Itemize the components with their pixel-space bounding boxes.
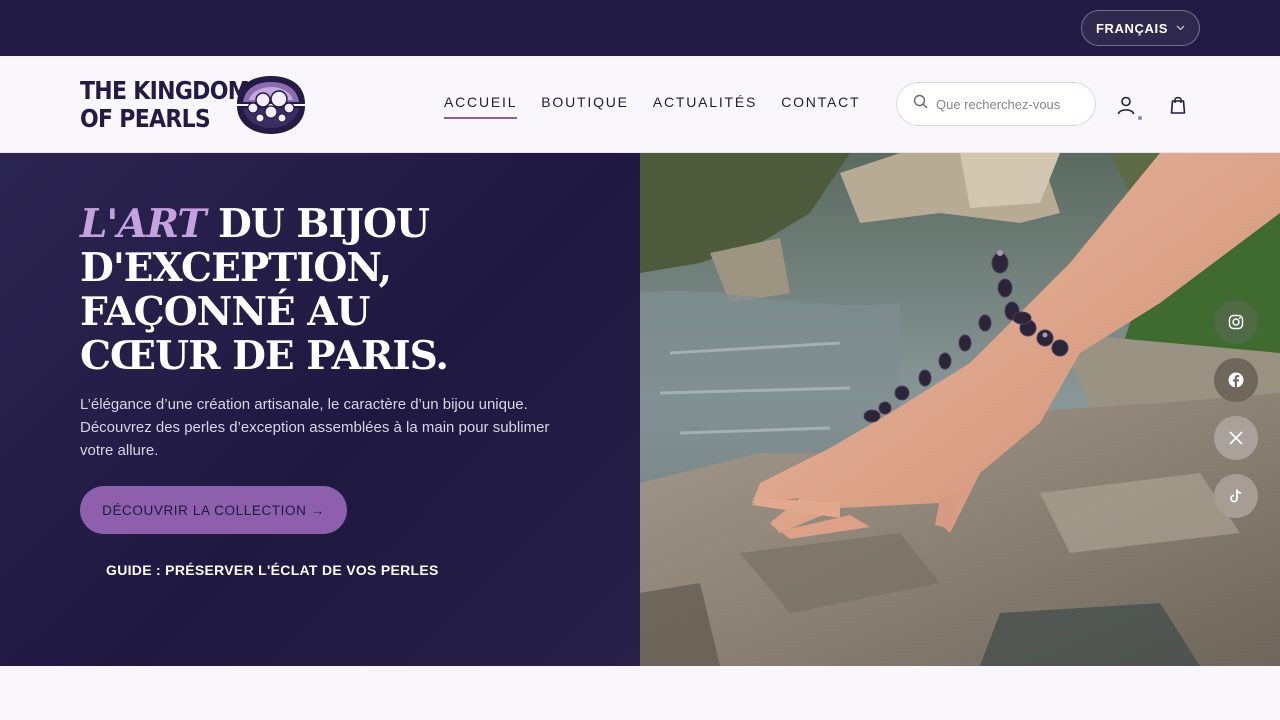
cart-button[interactable] (1165, 92, 1191, 118)
instagram-button[interactable] (1214, 300, 1258, 344)
hero-image (640, 153, 1280, 666)
main-nav: ACCUEIL BOUTIQUE ACTUALITÉS CONTACT (444, 94, 860, 119)
logo-line-2: OF PEARLS (80, 104, 211, 133)
x-icon (1229, 431, 1243, 445)
hero-title-accent: L'ART (80, 201, 206, 247)
top-bar: FRANÇAIS (0, 0, 1280, 56)
next-section-start (0, 666, 1280, 720)
shopping-bag-icon (1170, 96, 1186, 114)
account-status-dot (1138, 116, 1142, 120)
hero-section: L'ART DU BIJOU D'EXCEPTION, FAÇONNÉ AU C… (0, 153, 640, 666)
logo-line-1: THE KINGDOM (80, 76, 250, 105)
site-header: THE KINGDOM OF PEARLS ACCUEIL BOUTIQUE A… (0, 56, 1280, 153)
discover-collection-button[interactable]: DÉCOUVRIR LA COLLECTION → (80, 486, 347, 534)
x-button[interactable] (1214, 416, 1258, 460)
nav-item-contact[interactable]: CONTACT (781, 94, 860, 119)
pearl-care-guide-link[interactable]: GUIDE : PRÉSERVER L'ÉCLAT DE VOS PERLES (106, 562, 439, 578)
facebook-button[interactable] (1214, 358, 1258, 402)
logo-text: THE KINGDOM OF PEARLS (80, 76, 250, 133)
pearl-oyster-icon (237, 76, 305, 134)
language-label: FRANÇAIS (1096, 20, 1168, 36)
logo[interactable]: THE KINGDOM OF PEARLS (80, 74, 310, 136)
hero-description: L’élégance d’une création artisanale, le… (80, 396, 550, 459)
search-box (896, 82, 1096, 126)
nav-item-accueil[interactable]: ACCUEIL (444, 94, 518, 119)
nav-item-boutique[interactable]: BOUTIQUE (541, 94, 629, 119)
search-icon[interactable] (913, 94, 928, 114)
tiktok-button[interactable] (1214, 474, 1258, 518)
nav-item-actualites[interactable]: ACTUALITÉS (653, 94, 757, 119)
account-button[interactable] (1113, 92, 1139, 118)
hand-with-pearl-bracelet-image (640, 153, 1280, 666)
chevron-down-icon (1176, 23, 1185, 33)
search-input[interactable] (936, 96, 1064, 112)
user-icon (1117, 96, 1135, 115)
tiktok-icon (1230, 489, 1242, 503)
instagram-icon (1228, 314, 1244, 330)
language-selector[interactable]: FRANÇAIS (1081, 10, 1200, 46)
hero-title: L'ART DU BIJOU D'EXCEPTION, FAÇONNÉ AU C… (80, 202, 500, 378)
facebook-icon (1228, 372, 1244, 388)
